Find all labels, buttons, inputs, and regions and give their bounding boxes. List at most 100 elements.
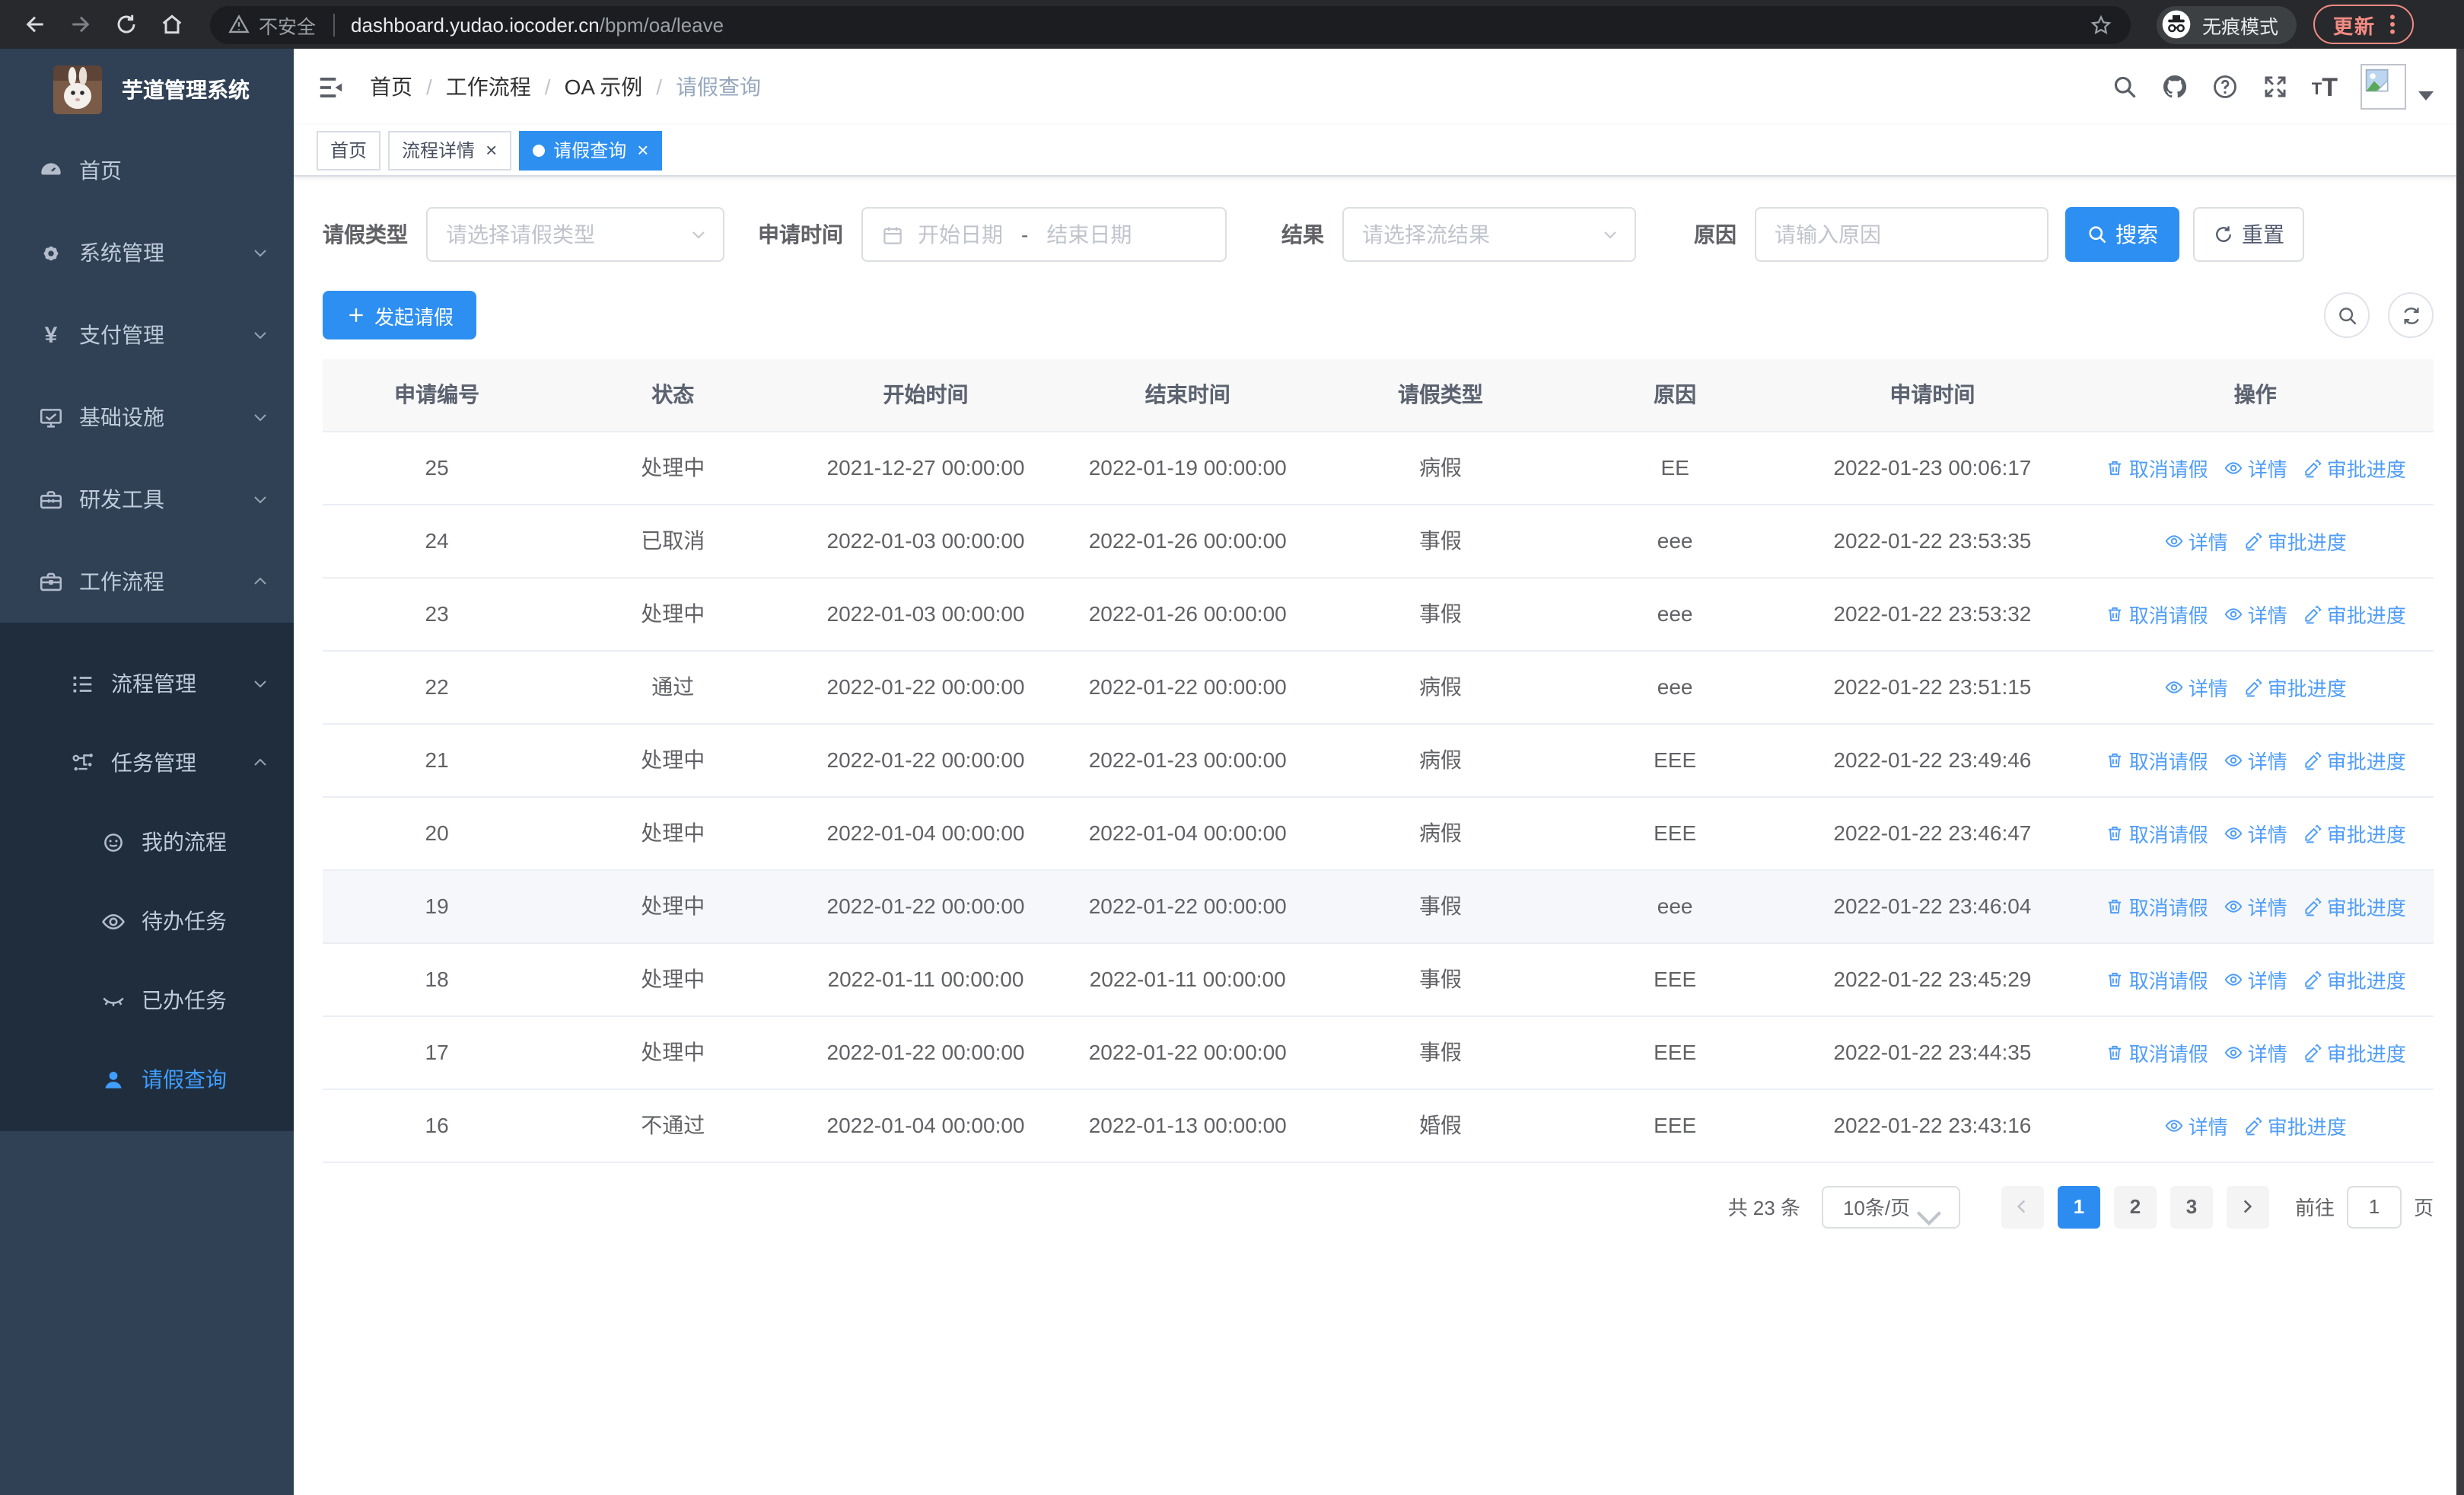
page-button-3[interactable]: 3 (2170, 1185, 2213, 1228)
insecure-warning-icon[interactable] (228, 14, 250, 35)
page-button-2[interactable]: 2 (2113, 1185, 2157, 1228)
font-size-icon[interactable]: TT (2312, 74, 2338, 100)
sidebar-item-payment[interactable]: 支付管理 (0, 294, 294, 376)
sidebar-item-infra[interactable]: 基础设施 (0, 376, 294, 458)
chevron-down-icon (1910, 1197, 1948, 1226)
detail-link[interactable]: 详情 (2164, 1111, 2228, 1140)
progress-link[interactable]: 审批进度 (2303, 1038, 2406, 1066)
tag-home[interactable]: 首页 (317, 130, 381, 170)
forward-icon[interactable] (68, 12, 93, 37)
select-placeholder: 请选择流结果 (1362, 222, 1490, 247)
table-row: 18 处理中 2022-01-11 00:00:00 2022-01-11 00:00… (323, 942, 2434, 1016)
github-icon[interactable] (2161, 73, 2189, 100)
detail-link[interactable]: 详情 (2224, 599, 2287, 628)
reason-input[interactable]: 请输入原因 (1755, 207, 2049, 262)
plus-icon (345, 304, 367, 326)
progress-link[interactable]: 审批进度 (2303, 891, 2406, 920)
cell-actions: 详情 审批进度 (2077, 650, 2434, 724)
cancel-link[interactable]: 取消请假 (2105, 891, 2208, 920)
page-size-select[interactable]: 10条/页 (1821, 1185, 1960, 1228)
cell-type: 事假 (1318, 504, 1563, 578)
browser-menu-icon[interactable] (2383, 14, 2402, 35)
cancel-link[interactable]: 取消请假 (2105, 453, 2208, 482)
cancel-link[interactable]: 取消请假 (2105, 818, 2208, 847)
detail-link[interactable]: 详情 (2164, 672, 2228, 701)
detail-link[interactable]: 详情 (2224, 453, 2287, 482)
breadcrumb-oa[interactable]: OA 示例 (565, 72, 643, 102)
progress-link[interactable]: 审批进度 (2303, 818, 2406, 847)
update-label[interactable]: 更新 (2333, 10, 2376, 39)
prev-page-button[interactable] (2001, 1185, 2044, 1228)
breadcrumb-workflow[interactable]: 工作流程 (446, 72, 531, 102)
address-bar[interactable]: 不安全 dashboard.yudao.iocoder.cn /bpm/oa/l… (210, 5, 2131, 43)
progress-link[interactable]: 审批进度 (2243, 672, 2347, 701)
leave-type-select[interactable]: 请选择请假类型 (426, 207, 724, 262)
cell-start: 2022-01-03 00:00:00 (794, 504, 1057, 578)
sidebar-item-devtools[interactable]: 研发工具 (0, 458, 294, 540)
cell-type: 事假 (1318, 1015, 1563, 1089)
tag-leave-query[interactable]: 请假查询 × (518, 130, 663, 170)
cell-end: 2022-01-13 00:00:00 (1056, 1089, 1319, 1162)
create-leave-button[interactable]: 发起请假 (323, 291, 477, 339)
fullscreen-icon[interactable] (2262, 73, 2289, 100)
detail-link[interactable]: 详情 (2164, 526, 2228, 555)
reset-button[interactable]: 重置 (2193, 207, 2304, 262)
sidebar-item-home[interactable]: 首页 (0, 129, 294, 212)
cancel-link[interactable]: 取消请假 (2105, 599, 2208, 628)
end-date-placeholder[interactable]: 结束日期 (1046, 219, 1132, 250)
sidebar-collapse-icon[interactable] (317, 72, 345, 101)
reload-icon[interactable] (114, 12, 138, 37)
show-search-button[interactable] (2324, 292, 2370, 338)
url-path[interactable]: /bpm/oa/leave (600, 13, 724, 36)
search-button[interactable]: 搜索 (2065, 207, 2179, 262)
sidebar-item-my-process[interactable]: 我的流程 (0, 802, 294, 881)
sidebar-item-todo-tasks[interactable]: 待办任务 (0, 881, 294, 961)
home-icon[interactable] (160, 12, 184, 37)
detail-link[interactable]: 详情 (2224, 1038, 2287, 1066)
sidebar-item-leave-query[interactable]: 请假查询 (0, 1040, 294, 1119)
chevron-down-icon[interactable] (2418, 91, 2434, 100)
cell-applied: 2022-01-22 23:44:35 (1788, 1015, 2077, 1089)
search-icon[interactable] (2111, 73, 2138, 100)
tag-process-detail[interactable]: 流程详情 × (388, 130, 511, 170)
tag-label: 请假查询 (553, 140, 627, 161)
security-label[interactable]: 不安全 (259, 10, 316, 39)
sidebar-item-done-tasks[interactable]: 已办任务 (0, 961, 294, 1040)
help-icon[interactable] (2211, 73, 2239, 100)
back-icon[interactable] (23, 12, 47, 37)
progress-link[interactable]: 审批进度 (2243, 1111, 2347, 1140)
cancel-link[interactable]: 取消请假 (2105, 745, 2208, 774)
start-date-placeholder[interactable]: 开始日期 (918, 219, 1003, 250)
result-select[interactable]: 请选择流结果 (1342, 207, 1636, 262)
bookmark-star-icon[interactable] (2090, 13, 2112, 36)
detail-link[interactable]: 详情 (2224, 818, 2287, 847)
sidebar-item-task-mgmt[interactable]: 任务管理 (0, 723, 294, 802)
refresh-table-button[interactable] (2388, 292, 2434, 338)
apply-time-range-picker[interactable]: 开始日期 - 结束日期 (861, 207, 1227, 262)
sidebar-item-process-mgmt[interactable]: 流程管理 (0, 644, 294, 723)
detail-link[interactable]: 详情 (2224, 964, 2287, 993)
avatar[interactable] (2361, 64, 2406, 110)
detail-link[interactable]: 详情 (2224, 891, 2287, 920)
cell-start: 2022-01-04 00:00:00 (794, 1089, 1057, 1162)
progress-link[interactable]: 审批进度 (2303, 964, 2406, 993)
cancel-link[interactable]: 取消请假 (2105, 1038, 2208, 1066)
progress-link[interactable]: 审批进度 (2303, 599, 2406, 628)
detail-link[interactable]: 详情 (2224, 745, 2287, 774)
progress-link[interactable]: 审批进度 (2303, 745, 2406, 774)
page-button-1[interactable]: 1 (2057, 1185, 2100, 1228)
browser-update-button[interactable]: 更新 (2313, 5, 2415, 44)
progress-link[interactable]: 审批进度 (2243, 526, 2347, 555)
leave-table-body: 25 处理中 2021-12-27 00:00:00 2022-01-19 00:00… (323, 431, 2434, 1162)
sidebar-item-system[interactable]: 系统管理 (0, 212, 294, 294)
breadcrumb-home[interactable]: 首页 (370, 72, 412, 102)
close-icon[interactable]: × (485, 140, 497, 160)
close-icon[interactable]: × (637, 140, 648, 160)
next-page-button[interactable] (2226, 1185, 2269, 1228)
progress-link[interactable]: 审批进度 (2303, 453, 2406, 482)
chevron-down-icon (1601, 225, 1619, 244)
sidebar-item-workflow[interactable]: 工作流程 (0, 540, 294, 623)
cancel-link[interactable]: 取消请假 (2105, 964, 2208, 993)
url-host[interactable]: dashboard.yudao.iocoder.cn (351, 13, 600, 36)
goto-page-input[interactable]: 1 (2346, 1185, 2402, 1228)
